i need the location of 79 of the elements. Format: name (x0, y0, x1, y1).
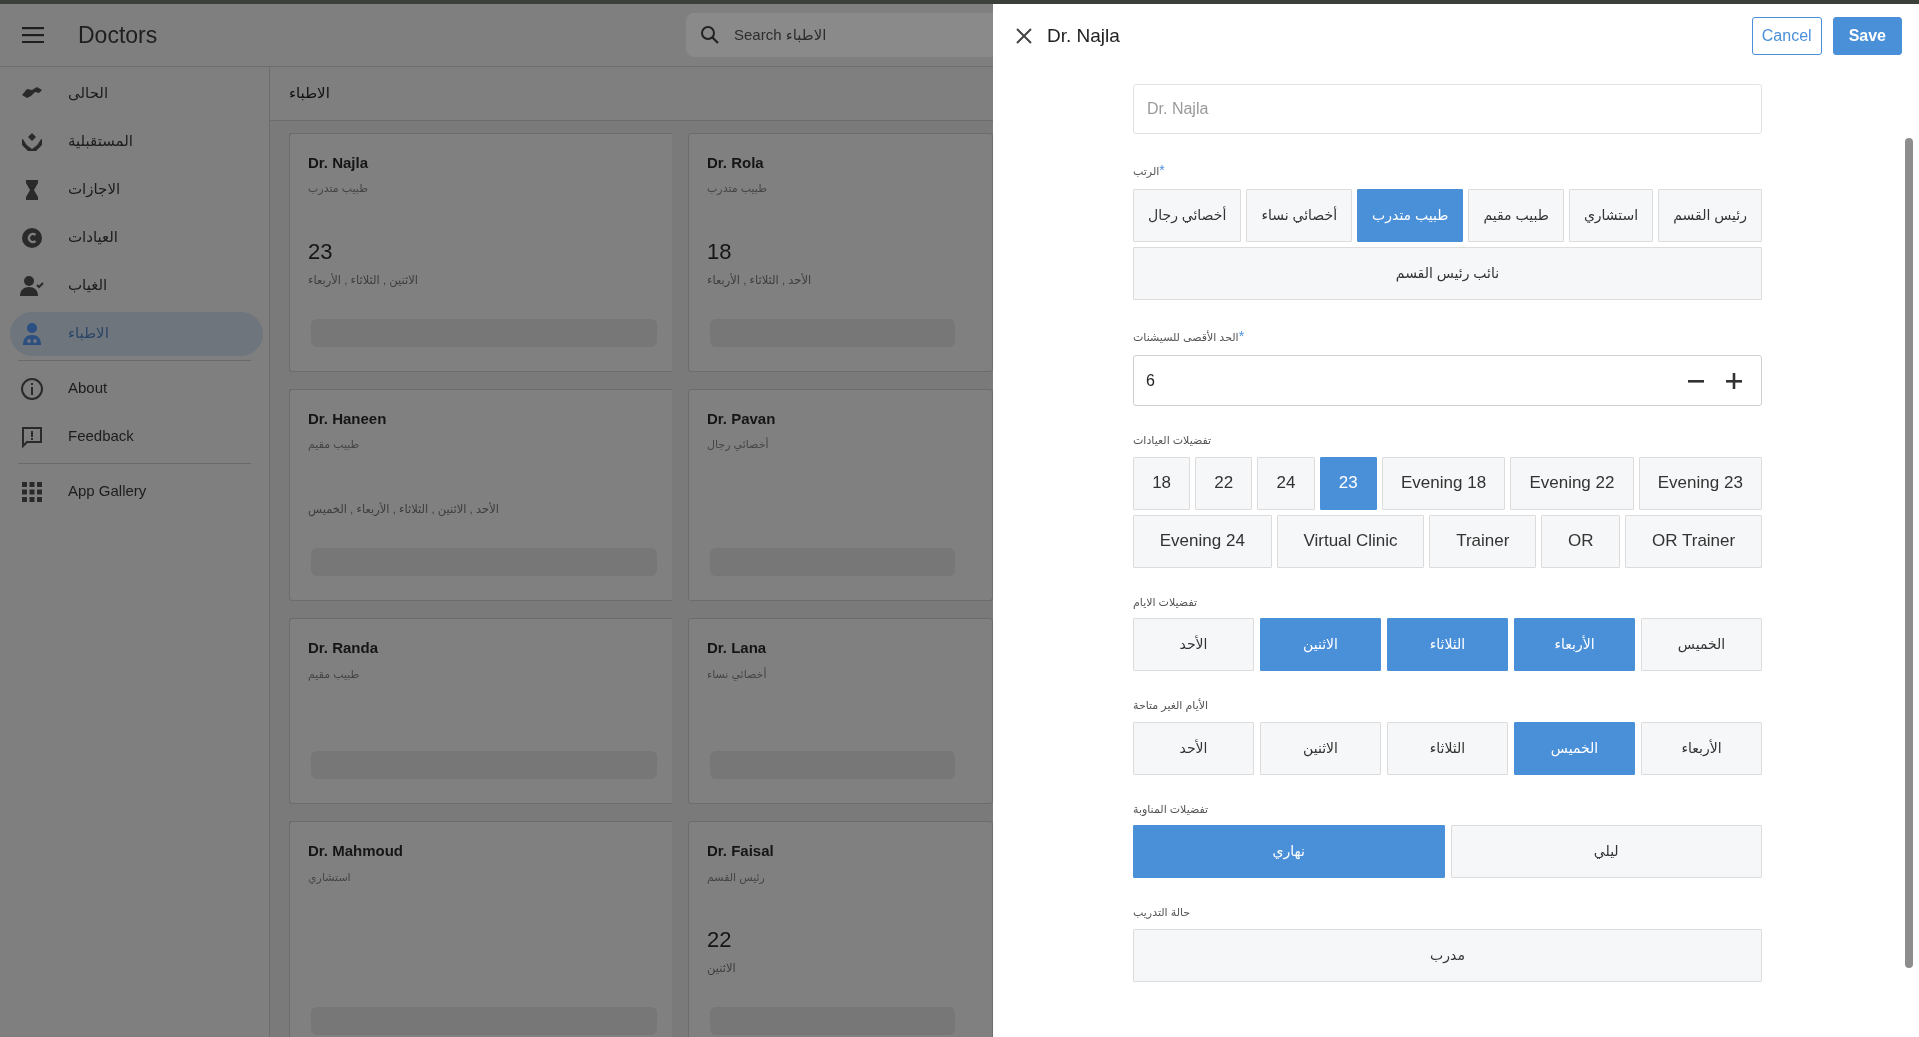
option-button[interactable]: طبيب مقيم (1468, 189, 1564, 242)
doctor-rank: طبيب مقيم (308, 666, 361, 683)
sidebar-item[interactable]: الاجازات (10, 167, 263, 212)
option-button[interactable]: الاثنين (1260, 721, 1381, 775)
sidebar-item[interactable]: المستقبلية (10, 119, 263, 164)
preferred-days: الأحد , الثلاثاء , الأربعاء (707, 271, 974, 289)
close-icon[interactable] (1015, 27, 1033, 45)
doctor-name: Dr. Najla (308, 152, 370, 173)
field-label: الأيام الغير متاحة (1133, 697, 1210, 714)
option-button[interactable]: 24 (1257, 456, 1315, 510)
option-button[interactable]: الخميس (1641, 618, 1762, 671)
field-label: حالة التدريب (1133, 905, 1192, 921)
sidebar-item[interactable]: الغياب (10, 263, 263, 308)
doctor-icon (20, 321, 44, 346)
doctor-name: Dr. Lana (707, 638, 768, 659)
doctor-name: Dr. Mahmoud (308, 841, 404, 862)
doctor-rank: رئيس القسم (707, 869, 766, 886)
required-mark: * (1238, 328, 1245, 344)
option-button[interactable]: رئيس القسم (1658, 189, 1762, 242)
option-button[interactable]: نائب رئيس القسم (1133, 247, 1762, 300)
doctor-rank: طبيب متدرب (707, 181, 768, 197)
doctor-rank: طبيب متدرب (308, 181, 369, 197)
sidebar-item[interactable]: About (10, 366, 263, 411)
option-button[interactable]: Evening 23 (1638, 456, 1762, 510)
app-title: Doctors (78, 20, 158, 50)
preferred-days: الاثنين , الثلاثاء , الأربعاء (308, 271, 654, 289)
field-label: تفضيلات المناوبة (1133, 801, 1210, 817)
option-button[interactable]: Evening 22 (1510, 456, 1634, 510)
option-button[interactable]: Evening 24 (1133, 514, 1272, 568)
doctor-rank: أخصائي نساء (707, 666, 768, 683)
option-button[interactable]: أخصائي نساء (1246, 189, 1353, 242)
name-field[interactable]: Dr. Najla (1133, 84, 1762, 134)
option-button[interactable]: Trainer (1429, 514, 1537, 568)
option-button[interactable]: الأحد (1133, 618, 1254, 671)
sidebar-item[interactable]: الحالى (10, 71, 263, 116)
menu-icon[interactable] (22, 26, 44, 43)
grid-icon (20, 479, 44, 504)
field-label: الحد الأقصى للسيشنات* (1133, 327, 1246, 346)
doctor-rank: طبيب مقيم (308, 437, 361, 453)
preferred-days: الاثنين (707, 960, 974, 978)
clinic-number: 18 (707, 237, 733, 266)
preferred-days: الأحد , الاثنين , الثلاثاء , الأربعاء , الخميس (308, 500, 654, 519)
required-mark: * (1159, 162, 1165, 178)
field-label: تفضيلات الايام (1133, 594, 1198, 610)
field-label: الرتب* (1133, 161, 1166, 180)
doctor-name: Dr. Rola (707, 152, 765, 173)
clinic-number: 22 (707, 926, 733, 955)
doctor-name: Dr. Pavan (707, 408, 777, 429)
option-button[interactable]: Evening 18 (1381, 456, 1506, 510)
option-button[interactable]: أخصائي رجال (1133, 189, 1242, 242)
option-button[interactable]: OR Trainer (1625, 514, 1762, 568)
doctor-name: Dr. Faisal (707, 841, 775, 862)
page-heading: الاطباء (270, 66, 993, 121)
option-button[interactable]: الأحد (1133, 721, 1254, 775)
clinic-number: 23 (308, 237, 334, 266)
option-button[interactable]: مدرب (1133, 928, 1762, 982)
option-button[interactable]: ليلي (1450, 825, 1762, 878)
option-button[interactable]: 18 (1133, 456, 1191, 510)
copyright-icon (20, 225, 44, 250)
sidebar-item[interactable]: Feedback (10, 414, 263, 459)
option-button[interactable]: استشاري (1568, 189, 1654, 242)
user-check-icon (20, 273, 44, 298)
option-button[interactable]: الثلاثاء (1387, 721, 1508, 775)
field-label: تفضيلات العيادات (1133, 433, 1213, 448)
sidebar-item[interactable]: App Gallery (10, 469, 263, 514)
number-stepper[interactable]: 6 (1133, 355, 1762, 406)
info-icon (20, 376, 44, 401)
option-button[interactable]: Virtual Clinic (1276, 514, 1425, 568)
feedback-icon (20, 424, 44, 449)
option-button[interactable]: الأربعاء (1641, 721, 1762, 775)
sidebar-item[interactable]: العيادات (10, 215, 263, 260)
doctor-rank: أخصائي رجال (707, 436, 770, 453)
panel-title: Dr. Najla (1047, 23, 1120, 48)
doctor-name: Dr. Randa (308, 638, 380, 659)
doctor-name: Dr. Haneen (308, 408, 388, 429)
option-button[interactable]: OR (1541, 514, 1621, 568)
search-field[interactable]: Search الاطباء (686, 12, 993, 57)
option-button[interactable]: 22 (1195, 456, 1253, 510)
doctor-rank: استشاري (308, 869, 352, 886)
